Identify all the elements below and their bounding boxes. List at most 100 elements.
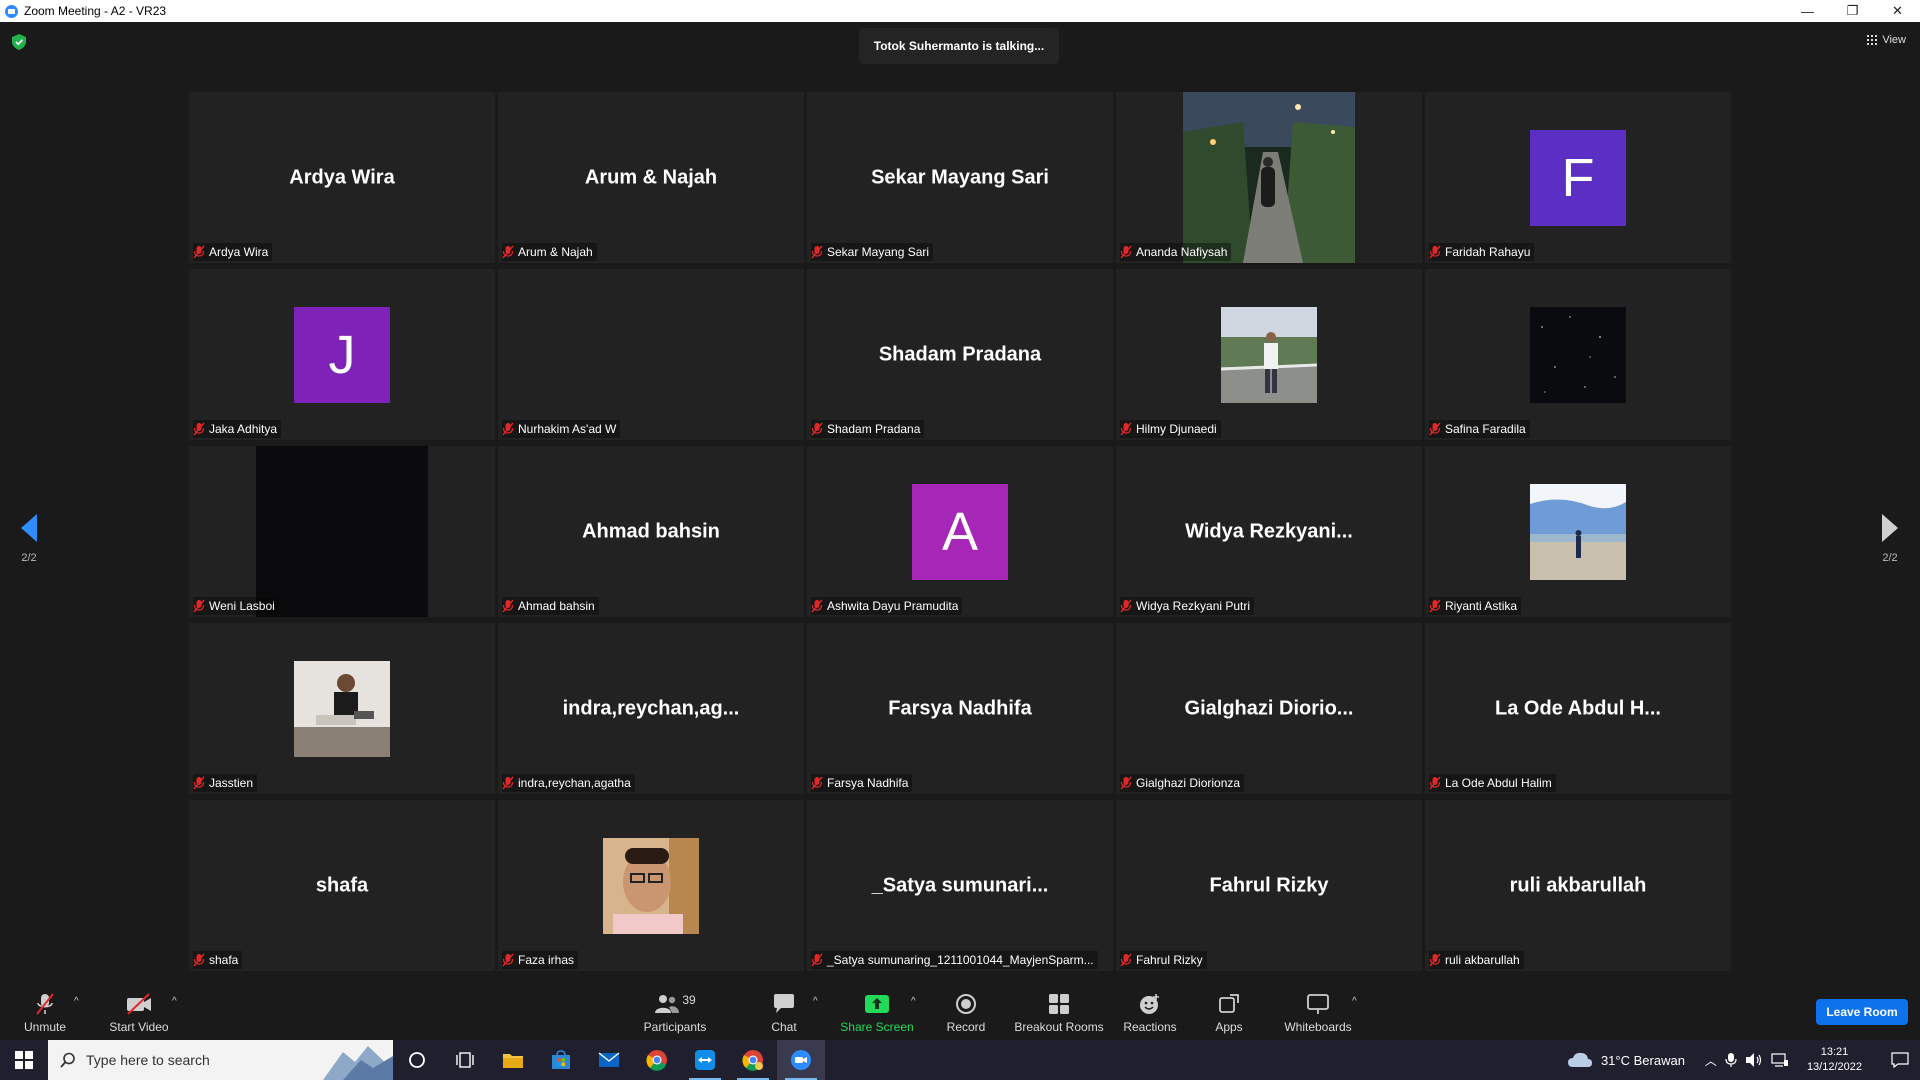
record-button[interactable]: Record (944, 982, 988, 1040)
participants-button[interactable]: 39 Participants (640, 982, 710, 1040)
whiteboard-options-caret-icon[interactable]: ^ (1352, 996, 1357, 1007)
participant-tile[interactable]: indra,reychan,ag... indra,reychan,agatha (498, 623, 804, 794)
microsoft-store-button[interactable] (537, 1040, 585, 1080)
windows-taskbar: Type here to search 31°C Berawan ︿ 13:21… (0, 1040, 1920, 1080)
file-explorer-button[interactable] (489, 1040, 537, 1080)
weather-cloud-icon[interactable] (1567, 1051, 1593, 1069)
breakout-rooms-button[interactable]: Breakout Rooms (1012, 982, 1106, 1040)
taskbar-search-box[interactable]: Type here to search (48, 1040, 393, 1080)
chat-options-caret-icon[interactable]: ^ (813, 996, 818, 1007)
mic-muted-icon (1429, 953, 1441, 967)
view-button[interactable]: View (1867, 34, 1906, 46)
next-page-button[interactable]: 2/2 (1875, 514, 1905, 564)
leave-room-button[interactable]: Leave Room (1816, 999, 1908, 1025)
security-shield-icon[interactable] (12, 34, 26, 50)
participant-tile[interactable]: Shadam Pradana Shadam Pradana (807, 269, 1113, 440)
mic-muted-icon (193, 599, 205, 613)
mic-muted-icon (1120, 776, 1132, 790)
participant-display-name: ruli akbarullah (1509, 874, 1647, 896)
participant-tile[interactable]: Widya Rezkyani... Widya Rezkyani Putri (1116, 446, 1422, 617)
participant-tile[interactable]: A Ashwita Dayu Pramudita (807, 446, 1113, 617)
participant-name: Riyanti Astika (1445, 599, 1518, 613)
network-icon[interactable] (1771, 1052, 1789, 1068)
arrow-left-icon (21, 514, 37, 542)
close-button[interactable]: ✕ (1875, 0, 1920, 22)
minimize-button[interactable]: — (1785, 0, 1830, 22)
participant-name: Shadam Pradana (827, 422, 921, 436)
share-screen-icon (864, 992, 890, 1016)
participant-tile[interactable]: Farsya Nadhifa Farsya Nadhifa (807, 623, 1113, 794)
participant-name-label: Jasstien (193, 774, 258, 792)
volume-icon[interactable] (1745, 1052, 1763, 1068)
participant-tile[interactable]: F Faridah Rahayu (1425, 92, 1731, 263)
weather-text[interactable]: 31°C Berawan (1601, 1053, 1685, 1068)
participant-display-name: Ardya Wira (289, 166, 395, 188)
participant-display-name: Shadam Pradana (878, 343, 1042, 365)
show-hidden-icons-chevron-icon[interactable]: ︿ (1705, 1052, 1717, 1069)
mic-muted-icon (502, 245, 514, 259)
participant-tile[interactable]: _Satya sumunari... _Satya sumunaring_1211… (807, 800, 1113, 971)
participant-name-label: Nurhakim As'ad W (502, 420, 621, 438)
clock[interactable]: 13:21 13/12/2022 (1807, 1045, 1862, 1075)
participant-display-name: indra,reychan,ag... (562, 697, 740, 719)
mail-button[interactable] (585, 1040, 633, 1080)
start-button[interactable] (0, 1040, 48, 1080)
participant-name-label: ruli akbarullah (1429, 951, 1524, 969)
participant-name-label: Widya Rezkyani Putri (1120, 597, 1255, 615)
participant-tile[interactable]: Faza irhas (498, 800, 804, 971)
apps-icon (1218, 992, 1240, 1016)
participant-name: Jaka Adhitya (209, 422, 278, 436)
participant-tile[interactable]: Ahmad bahsin Ahmad bahsin (498, 446, 804, 617)
participant-tile[interactable]: La Ode Abdul H... La Ode Abdul Halim (1425, 623, 1731, 794)
participant-name: Hilmy Djunaedi (1136, 422, 1217, 436)
restore-button[interactable]: ❐ (1830, 0, 1875, 22)
participant-tile[interactable]: shafa shafa (189, 800, 495, 971)
chat-button[interactable]: Chat (766, 982, 802, 1040)
audio-options-caret-icon[interactable]: ^ (74, 996, 79, 1007)
participant-tile[interactable]: J Jaka Adhitya (189, 269, 495, 440)
participant-tile[interactable]: Hilmy Djunaedi (1116, 269, 1422, 440)
participant-display-name: La Ode Abdul H... (1495, 697, 1661, 719)
reactions-button[interactable]: Reactions (1122, 982, 1178, 1040)
participant-tile[interactable]: Arum & Najah Arum & Najah (498, 92, 804, 263)
participants-count: 39 (682, 993, 696, 1007)
participant-tile[interactable]: Weni Lasboi (189, 446, 495, 617)
participant-tile[interactable]: Safina Faradila (1425, 269, 1731, 440)
participant-name: La Ode Abdul Halim (1445, 776, 1552, 790)
view-label: View (1882, 34, 1906, 46)
mic-muted-icon (811, 776, 823, 790)
participant-name-label: Ardya Wira (193, 243, 273, 261)
cortana-button[interactable] (393, 1040, 441, 1080)
chrome-button[interactable] (633, 1040, 681, 1080)
task-view-button[interactable] (441, 1040, 489, 1080)
video-options-caret-icon[interactable]: ^ (172, 996, 177, 1007)
start-video-button[interactable]: Start Video (104, 982, 174, 1040)
participant-video (256, 446, 428, 617)
participant-tile[interactable]: Fahrul Rizky Fahrul Rizky (1116, 800, 1422, 971)
apps-button[interactable]: Apps (1210, 982, 1248, 1040)
share-screen-button[interactable]: Share Screen (840, 982, 914, 1040)
participant-tile[interactable]: Gialghazi Diorio... Gialghazi Diorionza (1116, 623, 1422, 794)
chrome-profile-button[interactable] (729, 1040, 777, 1080)
participant-tile[interactable]: Jasstien (189, 623, 495, 794)
previous-page-button[interactable]: 2/2 (14, 514, 44, 564)
participant-tile[interactable]: Nurhakim As'ad W (498, 269, 804, 440)
microphone-tray-icon[interactable] (1725, 1052, 1737, 1068)
participant-tile[interactable]: Ardya Wira Ardya Wira (189, 92, 495, 263)
participant-tile[interactable]: Sekar Mayang Sari Sekar Mayang Sari (807, 92, 1113, 263)
share-options-caret-icon[interactable]: ^ (911, 996, 916, 1007)
participant-gallery: Ardya Wira Ardya Wira Arum & Najah Arum & N… (189, 92, 1731, 972)
participant-tile[interactable]: ruli akbarullah ruli akbarullah (1425, 800, 1731, 971)
whiteboards-button[interactable]: Whiteboards (1282, 982, 1354, 1040)
participant-tile[interactable]: Riyanti Astika (1425, 446, 1731, 617)
profile-photo (294, 660, 390, 757)
notifications-button[interactable] (1880, 1040, 1920, 1080)
participants-label: Participants (643, 1020, 707, 1034)
mic-muted-icon (193, 776, 205, 790)
unmute-button[interactable]: Unmute (20, 982, 70, 1040)
record-label: Record (946, 1020, 986, 1034)
participant-display-name: Arum & Najah (584, 166, 718, 188)
teamviewer-button[interactable] (681, 1040, 729, 1080)
zoom-taskbar-button[interactable] (777, 1040, 825, 1080)
participant-tile[interactable]: Ananda Nafiysah (1116, 92, 1422, 263)
